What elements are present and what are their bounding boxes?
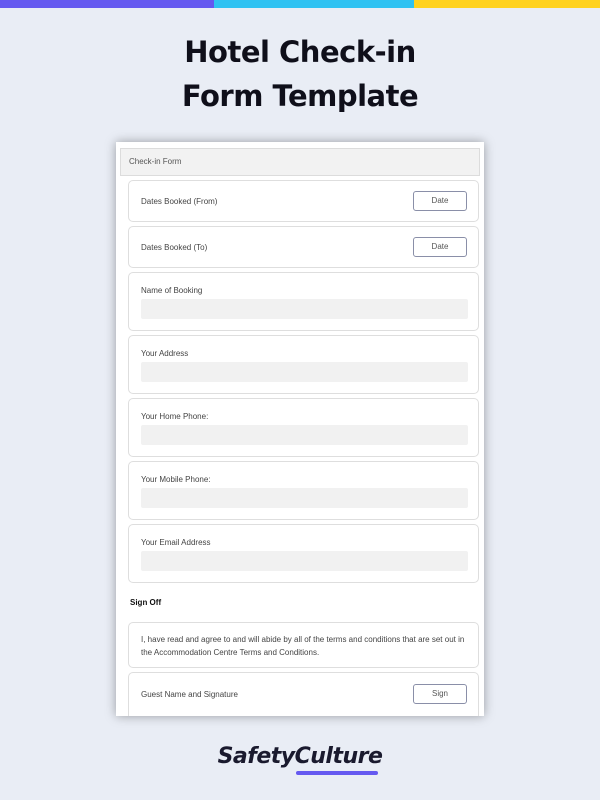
mobile-phone-card: Your Mobile Phone: [128,461,479,520]
top-bar-blue [214,0,414,8]
mobile-phone-label: Your Mobile Phone: [141,475,211,484]
top-bar-yellow [414,0,600,8]
email-label: Your Email Address [141,538,211,547]
mobile-phone-input[interactable] [141,488,468,508]
terms-card: I, have read and agree to and will abide… [128,622,479,668]
dates-to-label: Dates Booked (To) [141,243,208,252]
sign-off-heading: Sign Off [130,598,162,607]
top-bar-purple [0,0,214,8]
logo-underline [296,771,378,775]
address-label: Your Address [141,349,189,358]
name-of-booking-label: Name of Booking [141,286,203,295]
page-title: Hotel Check-in Form Template [0,30,600,118]
dates-to-card: Dates Booked (To) Date [128,226,479,268]
date-from-button[interactable]: Date [413,191,467,211]
dates-from-card: Dates Booked (From) Date [128,180,479,222]
email-input[interactable] [141,551,468,571]
form-header: Check-in Form [120,148,480,176]
logo-text: SafetyCulture [217,744,383,769]
top-color-bar [0,0,600,8]
home-phone-card: Your Home Phone: [128,398,479,457]
name-of-booking-input[interactable] [141,299,468,319]
title-line-1: Hotel Check-in [184,35,416,69]
title-line-2: Form Template [181,79,419,113]
name-of-booking-card: Name of Booking [128,272,479,331]
guest-signature-card: Guest Name and Signature Sign [128,672,479,716]
sign-button[interactable]: Sign [413,684,467,704]
safetyculture-logo: SafetyCulture [0,744,600,775]
email-card: Your Email Address [128,524,479,583]
dates-from-label: Dates Booked (From) [141,197,218,206]
address-card: Your Address [128,335,479,394]
terms-text: I, have read and agree to and will abide… [141,635,465,657]
home-phone-input[interactable] [141,425,468,445]
home-phone-label: Your Home Phone: [141,412,209,421]
date-to-button[interactable]: Date [413,237,467,257]
guest-signature-label: Guest Name and Signature [141,690,238,699]
address-input[interactable] [141,362,468,382]
checkin-form-document: Check-in Form Dates Booked (From) Date D… [116,142,484,716]
